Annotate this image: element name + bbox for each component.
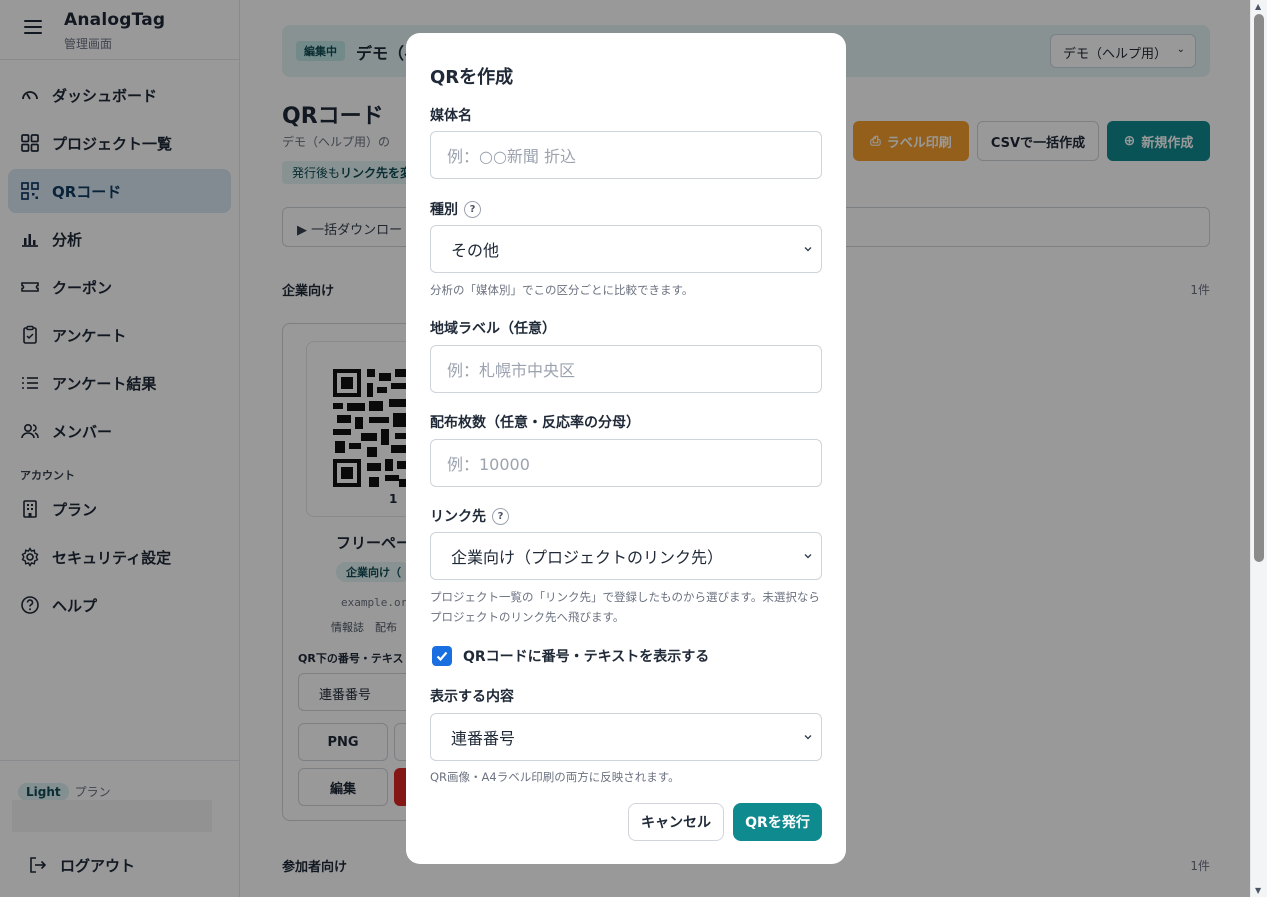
display-content-label: 表示する内容 <box>430 689 514 705</box>
type-select[interactable]: その他 <box>430 225 822 273</box>
scroll-down-arrow-icon[interactable]: ▼ <box>1255 886 1261 895</box>
distribution-count-input[interactable]: 例：10000 <box>430 439 822 487</box>
region-label: 地域ラベル（任意） <box>430 321 556 337</box>
help-icon[interactable]: ? <box>492 507 509 525</box>
checkmark-icon <box>436 651 448 662</box>
display-content-value: 連番番号 <box>451 729 516 748</box>
create-qr-dialog: QRを作成 媒体名 例：○○新聞 折込 種別? その他 分析の「媒体別」でこの区… <box>406 33 846 864</box>
show-text-checkbox[interactable] <box>432 646 452 666</box>
page-scrollbar[interactable]: ▲ ▼ <box>1250 0 1267 897</box>
display-content-select[interactable]: 連番番号 <box>430 713 822 761</box>
link-hint: プロジェクト一覧の「リンク先」で登録したものから選びます。未選択ならプロジェクト… <box>430 590 820 624</box>
type-label: 種別? <box>430 199 481 219</box>
help-icon[interactable]: ? <box>464 200 481 218</box>
type-label-text: 種別 <box>430 202 458 218</box>
link-label-text: リンク先 <box>430 509 486 525</box>
type-hint: 分析の「媒体別」でこの区分ごとに比較できます。 <box>430 283 694 297</box>
link-label: リンク先? <box>430 506 509 526</box>
chevron-down-icon <box>804 247 812 252</box>
distribution-count-label: 配布枚数（任意・反応率の分母） <box>430 415 640 431</box>
media-name-input[interactable]: 例：○○新聞 折込 <box>430 131 822 179</box>
region-input[interactable]: 例：札幌市中央区 <box>430 345 822 393</box>
cancel-button[interactable]: キャンセル <box>628 803 724 841</box>
chevron-down-icon <box>804 554 812 559</box>
link-select-value: 企業向け（プロジェクトのリンク先） <box>451 548 724 567</box>
scroll-up-arrow-icon[interactable]: ▲ <box>1255 2 1261 11</box>
chevron-down-icon <box>804 735 812 740</box>
show-text-label[interactable]: QRコードに番号・テキストを表示する <box>463 646 709 666</box>
issue-qr-button[interactable]: QRを発行 <box>733 803 822 841</box>
media-name-label: 媒体名 <box>430 108 472 124</box>
scroll-thumb[interactable] <box>1254 14 1264 562</box>
display-content-hint: QR画像・A4ラベル印刷の両方に反映されます。 <box>430 770 680 784</box>
dialog-title: QRを作成 <box>430 67 514 88</box>
link-select[interactable]: 企業向け（プロジェクトのリンク先） <box>430 532 822 580</box>
type-select-value: その他 <box>451 241 500 260</box>
